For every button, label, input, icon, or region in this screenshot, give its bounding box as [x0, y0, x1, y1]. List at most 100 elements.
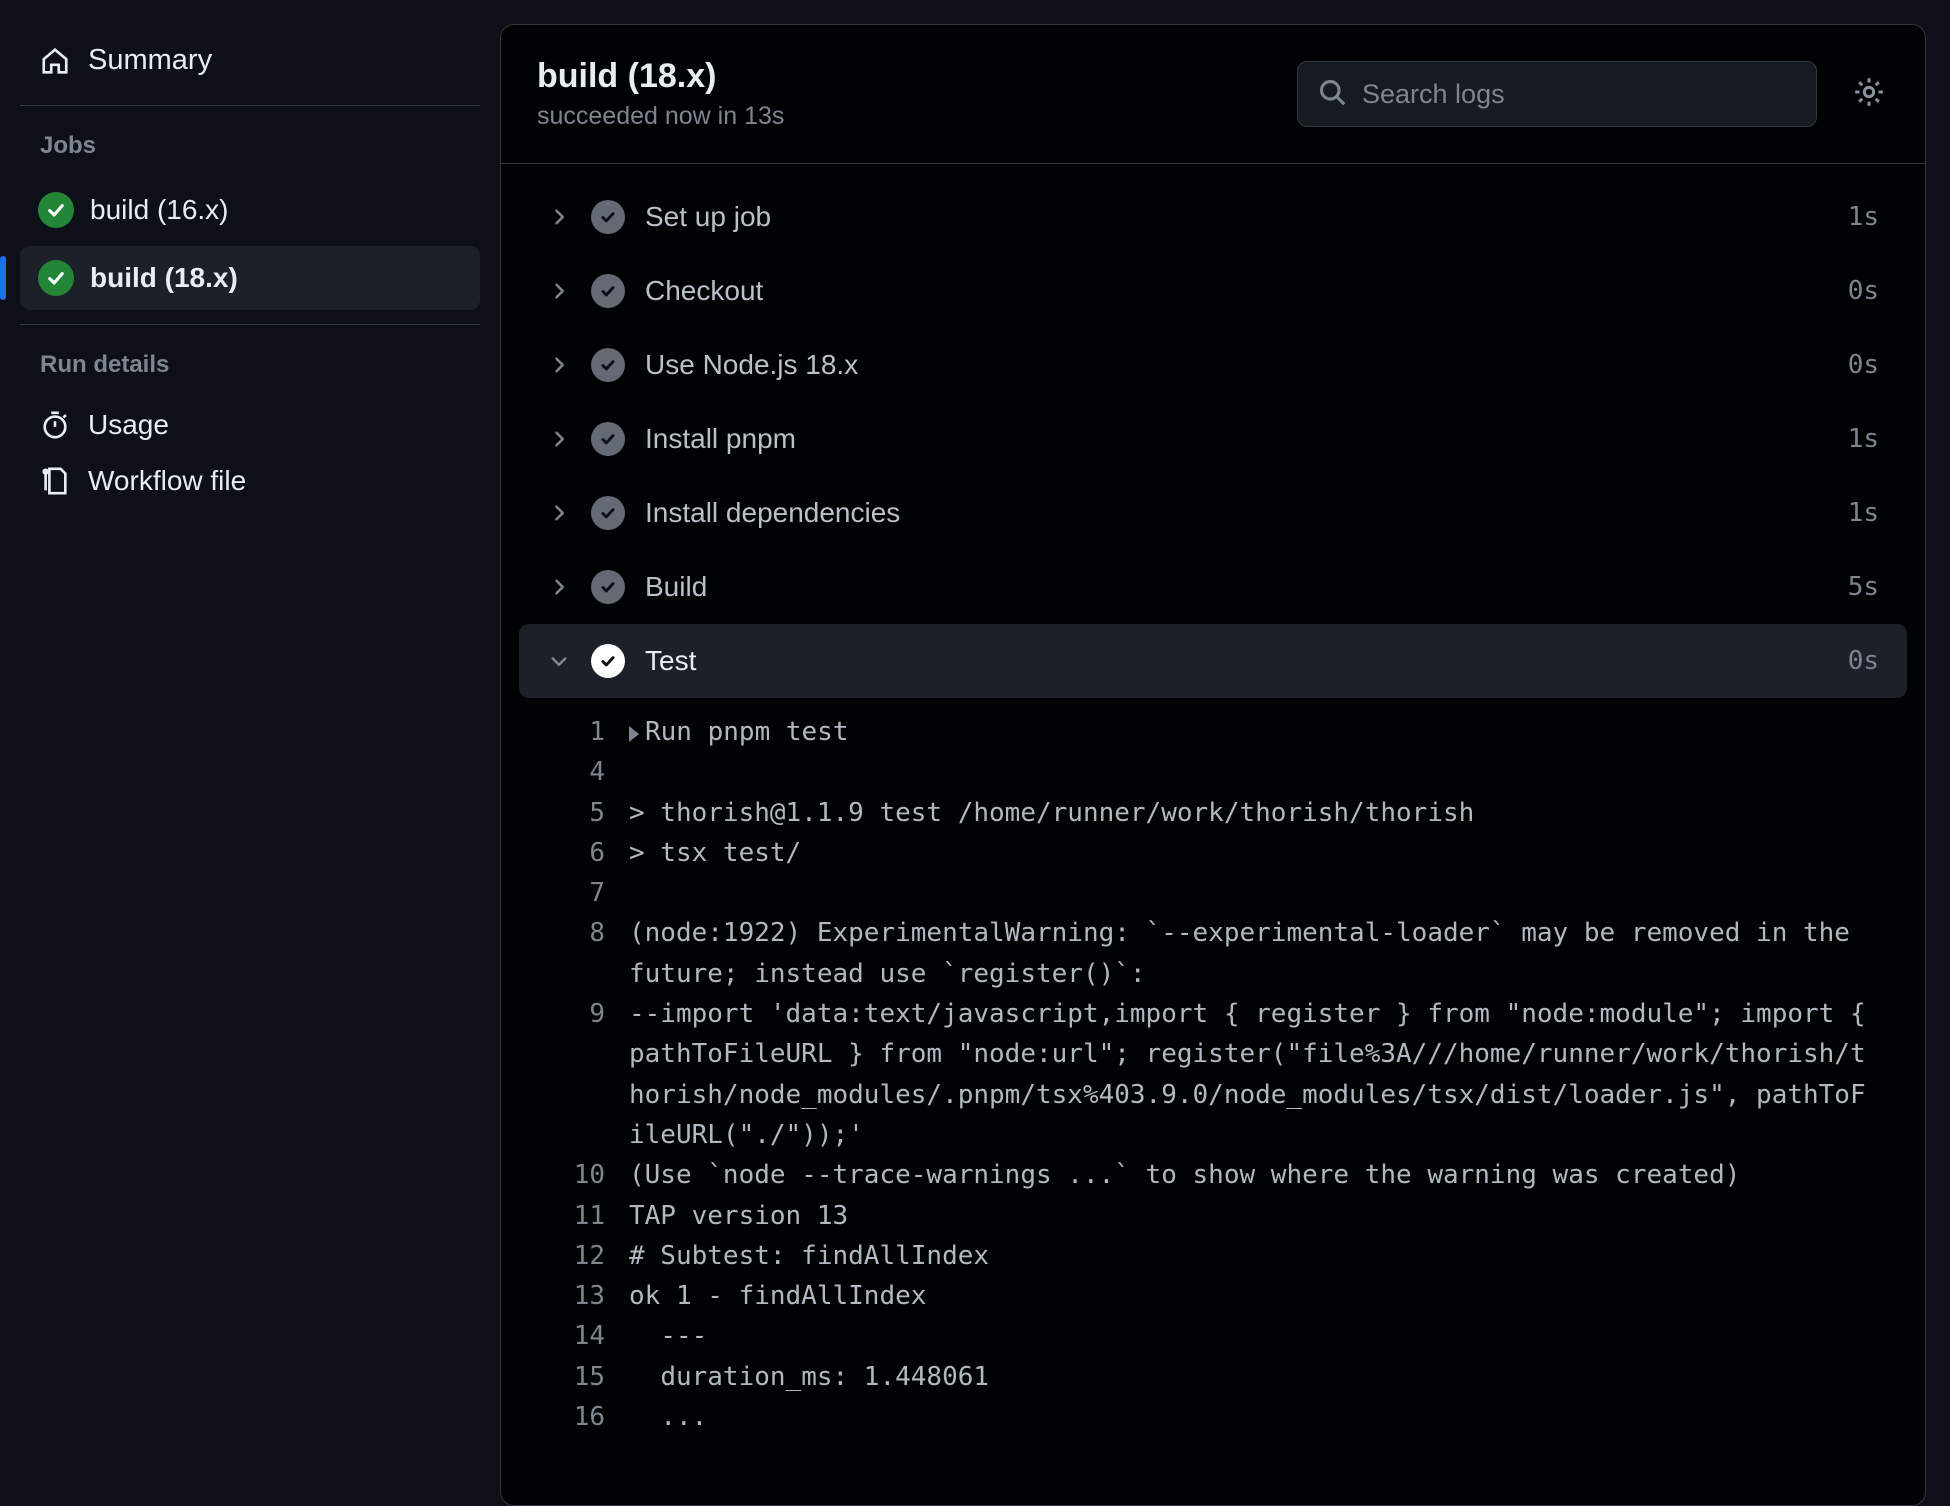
sidebar-item-usage[interactable]: Usage [20, 397, 480, 453]
step-row[interactable]: Checkout 0s [519, 254, 1907, 328]
step-name: Install dependencies [645, 497, 1828, 529]
usage-label: Usage [88, 409, 169, 441]
run-details-section-label: Run details [20, 351, 480, 397]
step-name: Build [645, 571, 1828, 603]
check-circle-icon [38, 192, 74, 228]
check-circle-icon [591, 348, 625, 382]
step-name: Set up job [645, 201, 1828, 233]
chevron-right-icon [547, 501, 571, 525]
log-line-text: > tsx test/ [629, 833, 1877, 873]
log-line: 9--import 'data:text/javascript,import {… [549, 994, 1877, 1155]
step-row[interactable]: Use Node.js 18.x 0s [519, 328, 1907, 402]
log-line: 5> thorish@1.1.9 test /home/runner/work/… [549, 793, 1877, 833]
log-line: 12# Subtest: findAllIndex [549, 1236, 1877, 1276]
job-subtitle: succeeded now in 13s [537, 102, 1277, 131]
step-row[interactable]: Install dependencies 1s [519, 476, 1907, 550]
log-line-number: 7 [549, 873, 629, 913]
step-row[interactable]: Build 5s [519, 550, 1907, 624]
log-line: 4 [549, 752, 1877, 792]
search-input[interactable] [1362, 79, 1796, 110]
check-circle-icon [591, 644, 625, 678]
log-line-text: (node:1922) ExperimentalWarning: `--expe… [629, 913, 1877, 994]
log-line-number: 9 [549, 994, 629, 1034]
settings-button[interactable] [1849, 74, 1889, 114]
search-logs-wrap[interactable] [1297, 61, 1817, 127]
check-circle-icon [591, 496, 625, 530]
log-line-text: --import 'data:text/javascript,import { … [629, 994, 1877, 1155]
sidebar: Summary Jobs build (16.x) build (18.x) R… [0, 0, 500, 1506]
log-line-number: 1 [549, 712, 629, 752]
log-line: 10(Use `node --trace-warnings ...` to sh… [549, 1155, 1877, 1195]
chevron-right-icon [547, 279, 571, 303]
home-icon [40, 46, 70, 76]
chevron-right-icon [547, 427, 571, 451]
log-line-text: ok 1 - findAllIndex [629, 1276, 1877, 1316]
log-line-text: Run pnpm test [629, 712, 1877, 752]
step-duration: 5s [1848, 572, 1879, 602]
log-line: 8(node:1922) ExperimentalWarning: `--exp… [549, 913, 1877, 994]
log-line-text: --- [629, 1316, 1877, 1356]
steps-list: Set up job 1s Checkout 0s Use Node.js 18.x 0s… [501, 164, 1925, 1505]
job-header: build (18.x) succeeded now in 13s [501, 25, 1925, 164]
step-duration: 0s [1848, 350, 1879, 380]
step-row[interactable]: Test 0s [519, 624, 1907, 698]
job-label: build (18.x) [90, 262, 238, 294]
sidebar-item-summary[interactable]: Summary [20, 30, 480, 91]
log-line-text: TAP version 13 [629, 1196, 1877, 1236]
log-line-number: 5 [549, 793, 629, 833]
chevron-right-icon [547, 353, 571, 377]
step-row[interactable]: Set up job 1s [519, 180, 1907, 254]
job-label: build (16.x) [90, 194, 229, 226]
sidebar-item-workflow-file[interactable]: Workflow file [20, 453, 480, 509]
log-line-number: 10 [549, 1155, 629, 1195]
step-duration: 0s [1848, 276, 1879, 306]
step-name: Checkout [645, 275, 1828, 307]
log-line: 1Run pnpm test [549, 712, 1877, 752]
log-line-number: 14 [549, 1316, 629, 1356]
log-line: 7 [549, 873, 1877, 913]
log-line-text: # Subtest: findAllIndex [629, 1236, 1877, 1276]
log-line-text: > thorish@1.1.9 test /home/runner/work/t… [629, 793, 1877, 833]
check-circle-icon [38, 260, 74, 296]
log-line-number: 15 [549, 1357, 629, 1397]
step-name: Use Node.js 18.x [645, 349, 1828, 381]
summary-label: Summary [88, 44, 212, 77]
check-circle-icon [591, 200, 625, 234]
log-line: 13ok 1 - findAllIndex [549, 1276, 1877, 1316]
log-line: 6> tsx test/ [549, 833, 1877, 873]
log-line: 11TAP version 13 [549, 1196, 1877, 1236]
check-circle-icon [591, 570, 625, 604]
log-line: 16 ... [549, 1397, 1877, 1437]
chevron-right-icon [547, 575, 571, 599]
caret-right-icon [629, 726, 639, 742]
search-icon [1318, 78, 1362, 111]
sidebar-job-build-16x[interactable]: build (16.x) [20, 178, 480, 242]
step-duration: 1s [1848, 498, 1879, 528]
step-row[interactable]: Install pnpm1s [519, 402, 1907, 476]
log-output: 1Run pnpm test45> thorish@1.1.9 test /ho… [519, 698, 1907, 1467]
workflow-file-icon [40, 466, 70, 496]
jobs-section-label: Jobs [20, 132, 480, 178]
log-line-text: ... [629, 1397, 1877, 1437]
step-name: Test [645, 645, 1828, 677]
chevron-down-icon [547, 649, 571, 673]
gear-icon [1852, 75, 1886, 114]
log-line-number: 6 [549, 833, 629, 873]
sidebar-job-build-18x[interactable]: build (18.x) [20, 246, 480, 310]
log-line-number: 11 [549, 1196, 629, 1236]
check-circle-icon [591, 422, 625, 456]
step-duration: 1s [1848, 424, 1879, 454]
log-line-number: 13 [549, 1276, 629, 1316]
workflow-file-label: Workflow file [88, 465, 246, 497]
chevron-right-icon [547, 205, 571, 229]
step-duration: 1s [1848, 202, 1879, 232]
step-duration: 0s [1848, 646, 1879, 676]
check-circle-icon [591, 274, 625, 308]
log-line-text: (Use `node --trace-warnings ...` to show… [629, 1155, 1877, 1195]
log-line-number: 12 [549, 1236, 629, 1276]
log-line-text: duration_ms: 1.448061 [629, 1357, 1877, 1397]
stopwatch-icon [40, 410, 70, 440]
job-panel: build (18.x) succeeded now in 13s [500, 24, 1926, 1506]
main-panel: build (18.x) succeeded now in 13s [500, 0, 1950, 1506]
log-line-number: 16 [549, 1397, 629, 1437]
